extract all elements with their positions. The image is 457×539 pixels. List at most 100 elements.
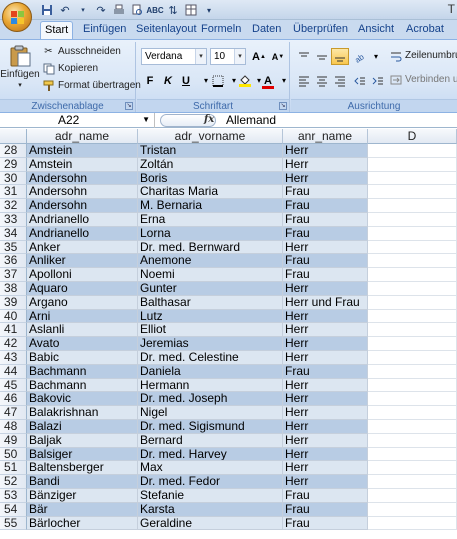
cell-adr-vorname[interactable]: Lorna: [138, 226, 283, 241]
row-header[interactable]: 53: [0, 488, 27, 503]
cell-adr-name[interactable]: Baljak: [27, 433, 138, 448]
cell-adr-vorname[interactable]: Lutz: [138, 309, 283, 324]
cell-adr-vorname[interactable]: Hermann: [138, 378, 283, 393]
italic-button[interactable]: K: [159, 72, 177, 89]
cell-adr-name[interactable]: Andrianello: [27, 226, 138, 241]
cell-d[interactable]: [368, 254, 457, 269]
cell-adr-vorname[interactable]: Elliot: [138, 323, 283, 338]
cell-adr-vorname[interactable]: Zoltán: [138, 157, 283, 172]
align-bottom-icon[interactable]: [331, 48, 349, 65]
tab-formeln[interactable]: Formeln: [197, 21, 245, 39]
cell-anr-name[interactable]: Frau: [283, 502, 368, 517]
customize-qat-icon[interactable]: ▾: [202, 3, 216, 17]
cell-adr-vorname[interactable]: Charitas Maria: [138, 185, 283, 200]
font-name-combo[interactable]: Verdana ▾: [141, 48, 207, 65]
font-name-dropdown-icon[interactable]: ▾: [195, 49, 206, 64]
cut-button[interactable]: ✂ Ausschneiden: [42, 45, 121, 58]
align-right-icon[interactable]: [331, 72, 349, 89]
row-header[interactable]: 50: [0, 447, 27, 462]
font-size-combo[interactable]: 10 ▾: [210, 48, 246, 65]
cell-d[interactable]: [368, 268, 457, 282]
cell-adr-name[interactable]: Aslanli: [27, 323, 138, 338]
tab-ansicht[interactable]: Ansicht: [354, 21, 398, 39]
cell-adr-name[interactable]: Bandi: [27, 475, 138, 489]
cell-adr-name[interactable]: Andersohn: [27, 171, 138, 186]
cell-d[interactable]: [368, 420, 457, 434]
font-launcher-icon[interactable]: ↘: [279, 102, 287, 110]
cell-adr-name[interactable]: Bakovic: [27, 392, 138, 407]
cell-anr-name[interactable]: Herr: [283, 433, 368, 448]
cell-adr-name[interactable]: Bachmann: [27, 364, 138, 379]
cell-d[interactable]: [368, 502, 457, 517]
row-header[interactable]: 33: [0, 212, 27, 227]
cell-d[interactable]: [368, 309, 457, 324]
row-header[interactable]: 34: [0, 226, 27, 241]
cell-d[interactable]: [368, 185, 457, 200]
table-icon[interactable]: [184, 3, 198, 17]
cell-anr-name[interactable]: Herr: [283, 475, 368, 489]
cell-anr-name[interactable]: Herr und Frau: [283, 295, 368, 310]
cell-d[interactable]: [368, 295, 457, 310]
cell-adr-vorname[interactable]: Dr. med. Joseph: [138, 392, 283, 407]
dropdown-icon[interactable]: ▾: [76, 3, 90, 17]
cell-adr-name[interactable]: Avato: [27, 337, 138, 351]
cell-anr-name[interactable]: Herr: [283, 337, 368, 351]
row-header[interactable]: 37: [0, 267, 27, 282]
shrink-font-icon[interactable]: A ▼: [269, 48, 287, 65]
cell-adr-name[interactable]: Amstein: [27, 144, 138, 158]
cell-adr-vorname[interactable]: Balthasar: [138, 295, 283, 310]
cell-adr-vorname[interactable]: Dr. med. Sigismund: [138, 420, 283, 434]
row-header[interactable]: 51: [0, 461, 27, 476]
row-header[interactable]: 47: [0, 405, 27, 420]
cell-adr-name[interactable]: Balazi: [27, 420, 138, 434]
align-middle-icon[interactable]: [313, 48, 331, 65]
row-header[interactable]: 35: [0, 240, 27, 255]
tab-daten[interactable]: Daten: [248, 21, 285, 39]
row-header[interactable]: 30: [0, 171, 27, 186]
cell-anr-name[interactable]: Frau: [283, 489, 368, 503]
cell-anr-name[interactable]: Herr: [283, 461, 368, 476]
cell-adr-vorname[interactable]: Nigel: [138, 406, 283, 420]
cell-anr-name[interactable]: Herr: [283, 392, 368, 407]
cell-d[interactable]: [368, 378, 457, 393]
cell-anr-name[interactable]: Herr: [283, 406, 368, 420]
cell-adr-vorname[interactable]: Geraldine: [138, 516, 283, 531]
cell-d[interactable]: [368, 392, 457, 407]
clipboard-launcher-icon[interactable]: ↘: [125, 102, 133, 110]
cell-adr-name[interactable]: Argano: [27, 295, 138, 310]
cell-adr-name[interactable]: Anker: [27, 240, 138, 255]
row-header[interactable]: 28: [0, 143, 27, 158]
cell-anr-name[interactable]: Herr: [283, 282, 368, 296]
cell-adr-name[interactable]: Anliker: [27, 254, 138, 269]
row-header[interactable]: 44: [0, 364, 27, 379]
quick-print-icon[interactable]: [112, 3, 126, 17]
cell-adr-name[interactable]: Andersohn: [27, 185, 138, 200]
row-header[interactable]: 39: [0, 295, 27, 310]
cell-adr-name[interactable]: Apolloni: [27, 268, 138, 282]
align-center-icon[interactable]: [313, 72, 331, 89]
cell-d[interactable]: [368, 351, 457, 365]
cell-d[interactable]: [368, 144, 457, 158]
cell-adr-name[interactable]: Balsiger: [27, 447, 138, 462]
column-header-d[interactable]: D: [368, 129, 457, 144]
cell-adr-vorname[interactable]: Jeremias: [138, 337, 283, 351]
cell-adr-vorname[interactable]: Max: [138, 461, 283, 476]
cell-d[interactable]: [368, 282, 457, 296]
orientation-dropdown-icon[interactable]: ▾: [367, 48, 385, 65]
increase-indent-icon[interactable]: [369, 72, 387, 89]
cell-adr-name[interactable]: Amstein: [27, 157, 138, 172]
align-top-icon[interactable]: [295, 48, 313, 65]
cell-d[interactable]: [368, 240, 457, 255]
cell-anr-name[interactable]: Herr: [283, 157, 368, 172]
cell-adr-vorname[interactable]: Tristan: [138, 144, 283, 158]
cell-anr-name[interactable]: Frau: [283, 213, 368, 227]
row-header[interactable]: 48: [0, 419, 27, 434]
cell-adr-vorname[interactable]: Dr. med. Bernward: [138, 240, 283, 255]
row-header[interactable]: 29: [0, 157, 27, 172]
cell-anr-name[interactable]: Herr: [283, 378, 368, 393]
cell-d[interactable]: [368, 337, 457, 351]
formula-input[interactable]: Allemand: [226, 113, 276, 127]
cell-adr-vorname[interactable]: Dr. med. Celestine: [138, 351, 283, 365]
row-header[interactable]: 46: [0, 392, 27, 407]
cell-d[interactable]: [368, 226, 457, 241]
